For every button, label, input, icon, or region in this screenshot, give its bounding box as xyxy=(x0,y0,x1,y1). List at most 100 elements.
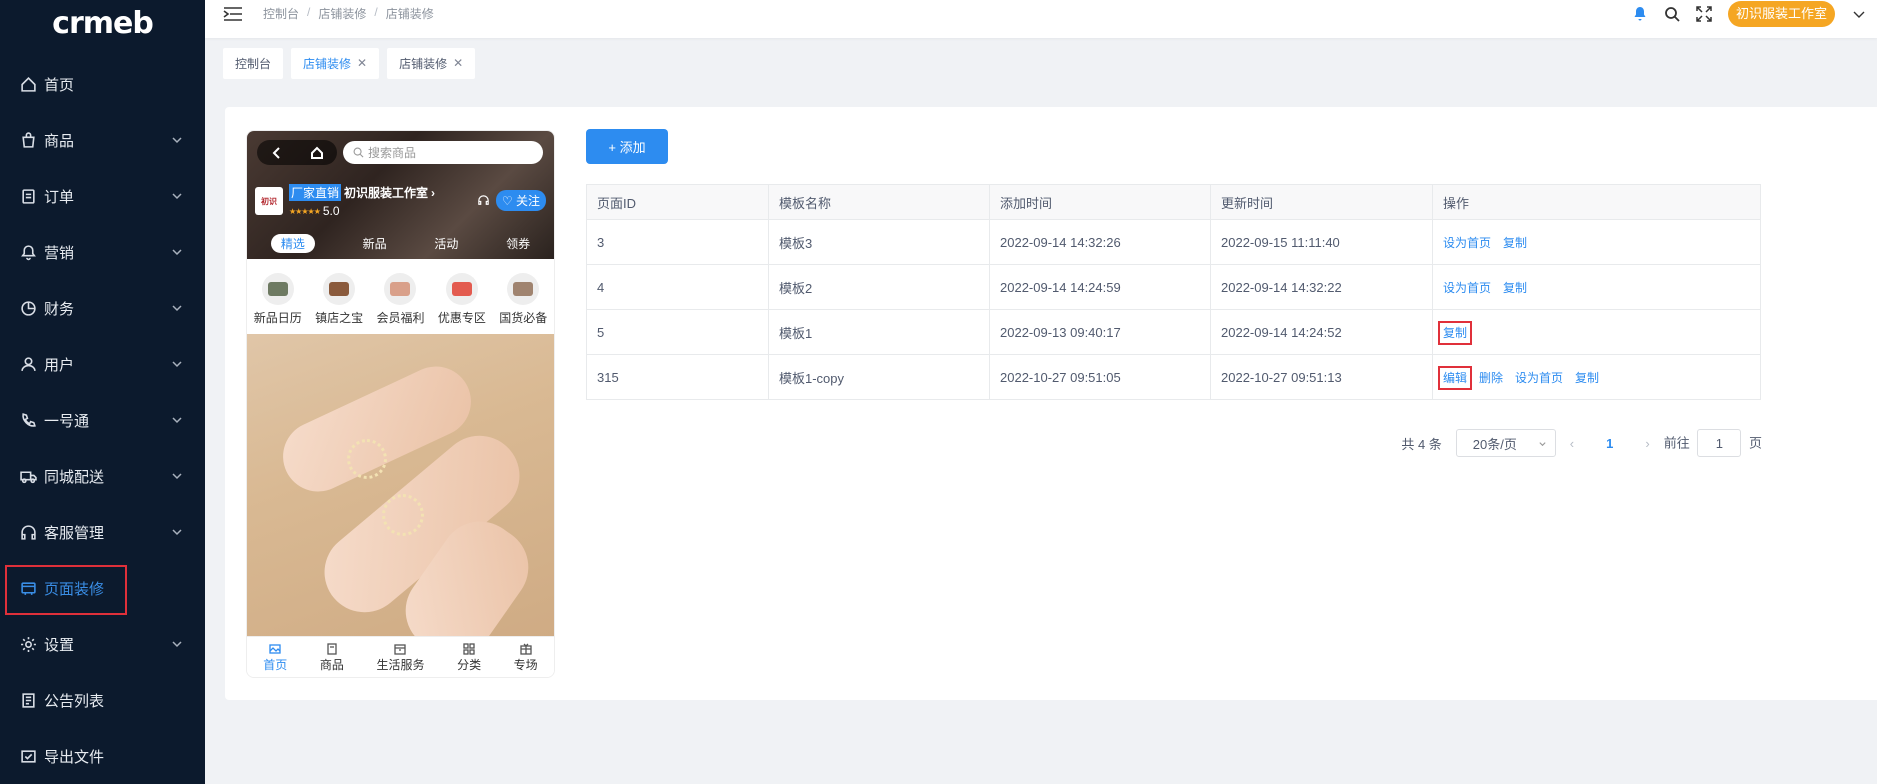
preview-header: 搜索商品 初识 厂家直销 初识服装工作室 › ★★★★★ 5.0 ♡ 关注 精选… xyxy=(247,131,554,259)
product-thumb-icon xyxy=(507,273,540,305)
chevron-down-icon xyxy=(171,189,183,201)
shop-rating: 5.0 xyxy=(322,204,340,218)
sidebar-item-12[interactable]: 导出文件 xyxy=(0,728,205,784)
sidebar-item-4[interactable]: 财务 xyxy=(0,280,205,336)
sidebar-item-11[interactable]: 公告列表 xyxy=(0,672,205,728)
copy-link[interactable]: 复制 xyxy=(1503,236,1527,250)
delete-link[interactable]: 删除 xyxy=(1479,371,1503,385)
sidebar-item-label: 公告列表 xyxy=(44,692,105,710)
tab-0[interactable]: 控制台 xyxy=(223,47,284,79)
tab-label: 店铺装修 xyxy=(399,56,448,71)
cell-added: 2022-09-14 14:32:26 xyxy=(989,219,1211,265)
cell-added: 2022-09-14 14:24:59 xyxy=(989,264,1211,310)
chevron-down-icon[interactable] xyxy=(1851,6,1867,22)
preview-bottom-nav: 首页 商品 生活服务 分类 专场 xyxy=(247,636,554,677)
page-size-select[interactable]: 20条/页 xyxy=(1455,429,1556,457)
sidebar-item-3[interactable]: 营销 xyxy=(0,224,205,280)
column-header: 添加时间 xyxy=(989,184,1211,220)
decoration-icon xyxy=(20,578,44,598)
home-icon xyxy=(269,643,281,654)
preview-quick-icon: 镇店之宝 xyxy=(315,273,363,326)
chevron-down-icon xyxy=(1539,441,1546,446)
notification-bell-icon[interactable] xyxy=(1632,6,1648,22)
cell-updated: 2022-09-14 14:24:52 xyxy=(1210,309,1433,355)
preview-nav-pill xyxy=(257,140,337,165)
shop-logo: 初识 xyxy=(255,187,283,215)
home-icon xyxy=(20,74,44,94)
page-suffix: 页 xyxy=(1748,435,1762,451)
sidebar-item-8[interactable]: 客服管理 xyxy=(0,504,205,560)
preview-category-tab: 活动 xyxy=(434,236,459,251)
fullscreen-icon[interactable] xyxy=(1696,6,1712,22)
pagination: 共 4 条 20条/页 ‹ 1 › 前往 1 页 xyxy=(1401,429,1762,457)
sidebar-item-1[interactable]: 商品 xyxy=(0,112,205,168)
chevron-down-icon xyxy=(171,525,183,537)
cell-added: 2022-09-13 09:40:17 xyxy=(989,309,1211,355)
preview-nav-item: 首页 xyxy=(263,642,287,673)
breadcrumb-item[interactable]: 控制台 xyxy=(263,5,299,22)
copy-link[interactable]: 复制 xyxy=(1503,281,1527,295)
sidebar-item-label: 营销 xyxy=(44,244,75,262)
preview-banner-image xyxy=(247,334,554,639)
tab-1[interactable]: 店铺装修 ✕ xyxy=(291,47,380,79)
set-homepage-link[interactable]: 设为首页 xyxy=(1515,371,1563,385)
copy-link[interactable]: 复制 xyxy=(1575,371,1599,385)
chevron-down-icon xyxy=(171,245,183,257)
close-icon[interactable]: ✕ xyxy=(357,56,367,70)
cell-id: 4 xyxy=(586,264,769,310)
cell-id: 315 xyxy=(586,354,769,400)
cell-id: 3 xyxy=(586,219,769,265)
category-icon xyxy=(463,642,475,655)
cell-name: 模板1 xyxy=(768,309,990,355)
preview-search-placeholder: 搜索商品 xyxy=(368,146,417,160)
sidebar-item-0[interactable]: 首页 xyxy=(0,56,205,112)
prev-page-button[interactable]: ‹ xyxy=(1570,436,1574,451)
column-header: 操作 xyxy=(1432,184,1761,220)
next-page-button[interactable]: › xyxy=(1645,436,1649,451)
sidebar-item-9[interactable]: 页面装修 xyxy=(0,560,205,616)
copy-link[interactable]: 复制 xyxy=(1437,320,1473,345)
edit-link[interactable]: 编辑 xyxy=(1437,365,1473,390)
set-homepage-link[interactable]: 设为首页 xyxy=(1443,281,1491,295)
sidebar-item-2[interactable]: 订单 xyxy=(0,168,205,224)
menu-toggle-icon[interactable] xyxy=(223,6,243,22)
sidebar-item-label: 客服管理 xyxy=(44,524,105,542)
sidebar-item-6[interactable]: 一号通 xyxy=(0,392,205,448)
table-header-row: 页面ID 模板名称 添加时间 更新时间 操作 xyxy=(586,184,1761,220)
shop-tag: 厂家直销 xyxy=(289,184,342,201)
order-icon xyxy=(20,186,44,206)
preview-quick-icon: 国货必备 xyxy=(499,273,547,326)
tab-2[interactable]: 店铺装修 ✕ xyxy=(387,47,476,79)
user-menu-badge[interactable]: 初识服装工作室 xyxy=(1727,1,1835,27)
sidebar-item-10[interactable]: 设置 xyxy=(0,616,205,672)
sidebar-item-7[interactable]: 同城配送 xyxy=(0,448,205,504)
headset-icon xyxy=(20,522,44,542)
cell-actions: 设为首页 复制 xyxy=(1432,219,1761,265)
table-row: 315 模板1-copy 2022-10-27 09:51:05 2022-10-27… xyxy=(586,354,1761,400)
preview-category-tab: 领券 xyxy=(506,236,531,251)
sidebar-item-label: 首页 xyxy=(44,76,75,94)
add-template-button[interactable]: + 添加 xyxy=(586,129,668,164)
logo[interactable]: crmeb xyxy=(0,0,205,46)
set-homepage-link[interactable]: 设为首页 xyxy=(1443,236,1491,250)
notice-icon xyxy=(20,690,44,710)
mobile-preview: 搜索商品 初识 厂家直销 初识服装工作室 › ★★★★★ 5.0 ♡ 关注 精选… xyxy=(246,130,555,678)
sidebar-item-label: 订单 xyxy=(44,188,75,206)
goto-page-input[interactable]: 1 xyxy=(1697,429,1742,457)
preview-quick-icon: 新品日历 xyxy=(254,273,302,326)
page-number[interactable]: 1 xyxy=(1606,436,1613,451)
search-icon xyxy=(353,147,364,158)
breadcrumb: 控制台 / 店铺装修 / 店铺装修 xyxy=(263,5,434,22)
sidebar-item-5[interactable]: 用户 xyxy=(0,336,205,392)
service-icon xyxy=(394,643,407,655)
cell-id: 5 xyxy=(586,309,769,355)
sidebar-menu: 首页商品订单营销财务 用户 一号通 同城配送客服管理页面装修 设置公告列表导出文件 xyxy=(0,56,205,784)
table-row: 3 模板3 2022-09-14 14:32:26 2022-09-15 11:11:… xyxy=(586,219,1761,265)
pie-chart-icon xyxy=(20,298,44,318)
truck-icon xyxy=(20,466,44,486)
close-icon[interactable]: ✕ xyxy=(453,56,463,70)
breadcrumb-item[interactable]: 店铺装修 xyxy=(318,5,366,22)
cell-name: 模板1-copy xyxy=(768,354,990,400)
preview-category-tab: 精选 xyxy=(270,233,315,253)
search-icon[interactable] xyxy=(1664,6,1680,22)
